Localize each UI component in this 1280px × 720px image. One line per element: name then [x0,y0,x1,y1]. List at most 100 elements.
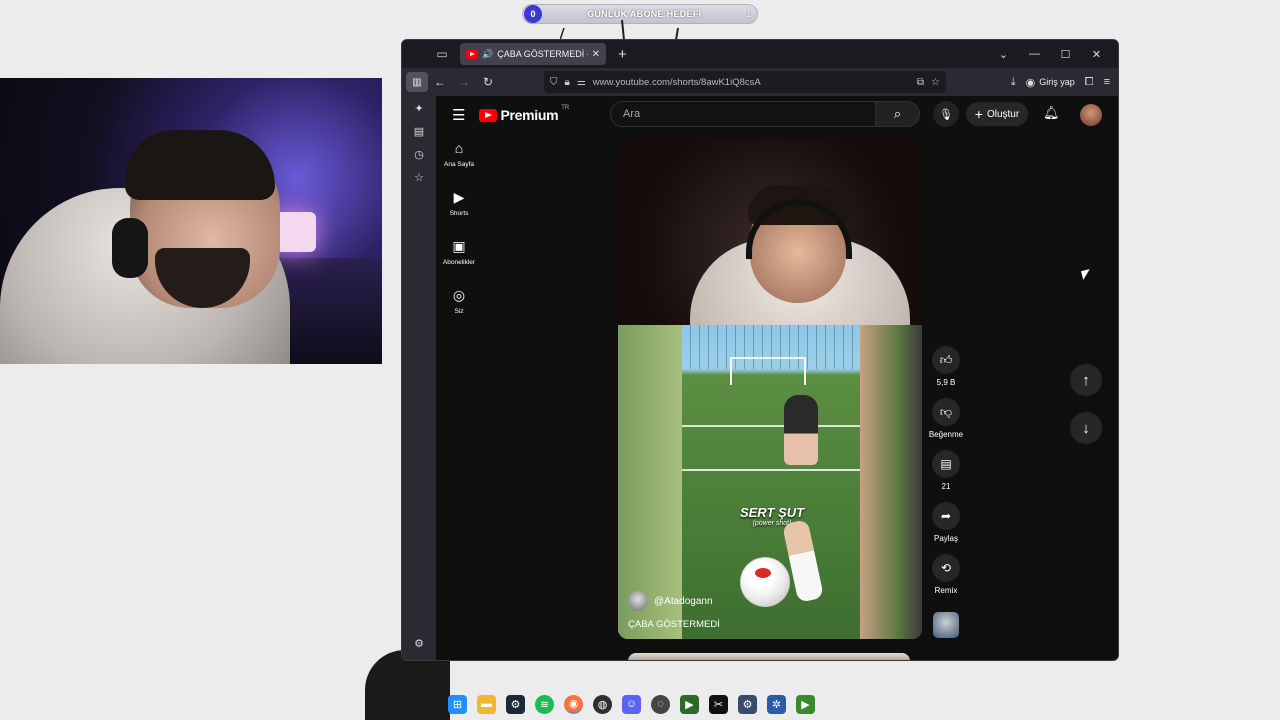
youtube-masthead: ☰ Premium TR Ara ⌕ 🎙︎ + Oluştur 🔔︎ [436,96,1118,134]
remix-icon[interactable]: ⟲ [932,554,960,582]
search-icon[interactable]: ⌕ [876,101,920,127]
discord-icon[interactable]: ☺ [622,694,641,714]
back-icon[interactable]: ← [428,75,452,89]
guide-label: Ana Sayfa [444,161,474,168]
like-icon[interactable]: 👍︎ [932,346,960,374]
tab-list-icon[interactable]: ▭ [434,46,450,62]
login-label: Giriş yap [1039,77,1075,87]
sidebar-icon[interactable]: ▥ [406,72,428,92]
file-explorer-icon[interactable]: ▬ [477,694,496,714]
next-short-arrow-down-icon[interactable]: ↓ [1070,412,1102,444]
navigation-toolbar: ▥ ← → ↻ ⛉ 🔒︎ ⚌ www.youtube.com/shorts/8a… [402,68,1118,96]
sound-thumbnail[interactable] [933,612,959,638]
short-metadata: @Atadogann ÇABA GÖSTERMEDİ [628,591,720,630]
guide-label: Siz [454,308,464,315]
guide-item-home[interactable]: ⌂ Ana Sayfa [436,140,482,189]
search-input[interactable]: Ara [610,101,876,127]
share-label: Paylaş [933,534,958,543]
logo-region: TR [561,105,570,111]
pitch-line [682,425,860,427]
permissions-icon[interactable]: ⚌ [577,77,586,88]
capcut-icon[interactable]: ✂ [709,694,728,714]
plus-icon: + [974,106,983,122]
menu-icon[interactable]: ≡ [1104,76,1110,88]
login-button[interactable]: ◉ Giriş yap [1026,76,1075,89]
pip-icon[interactable]: ⧉ [917,77,924,88]
tab-bar: ▭ 🔊 ÇABA GÖSTERMEDİ - YouTube ✕ + ⌄ — ☐ … [402,40,1118,68]
app-circle-icon[interactable]: ◌ [651,694,670,714]
spotify-icon[interactable]: ≋ [535,694,554,714]
tab-title: ÇABA GÖSTERMEDİ - YouTube [497,49,587,59]
short-actions: 👍︎ 5,9 B 👎︎ Beğenme ▤ 21 ➦ Paylaş ⟲ Remi… [926,346,966,606]
reload-icon[interactable]: ↻ [476,75,500,89]
bookmarks-icon[interactable]: ☆ [402,167,436,190]
youtube-logo[interactable]: Premium TR [479,105,570,123]
forward-icon[interactable]: → [452,75,476,89]
youtube-favicon-icon [466,49,478,59]
synced-tabs-icon[interactable]: ▤ [402,121,436,144]
share-action[interactable]: ➦ Paylaş [926,502,966,554]
url-bar[interactable]: ⛉ 🔒︎ ⚌ www.youtube.com/shorts/8awK1iQ8cs… [544,71,946,93]
logo-text: Premium [500,107,559,123]
guide-item-shorts[interactable]: ▶ Shorts [436,189,482,238]
lock-icon[interactable]: 🔒︎ [565,77,570,88]
avatar[interactable] [1080,104,1102,126]
guide-item-subscriptions[interactable]: ▣ Abonelikler [436,238,482,287]
gear-app-icon[interactable]: ✲ [767,694,786,714]
next-short-preview[interactable] [628,653,910,660]
browser-sidebar: ✦ ▤ ◷ ☆ ⚙ [402,96,436,660]
like-action[interactable]: 👍︎ 5,9 B [926,346,966,398]
guide-label: Shorts [449,210,469,217]
extensions-icon[interactable]: ⧠ [1085,76,1094,89]
download-icon[interactable]: ⤓ [1011,76,1016,89]
hanging-cords-decoration [560,19,679,40]
minimize-icon[interactable]: — [1019,48,1050,60]
active-tab[interactable]: 🔊 ÇABA GÖSTERMEDİ - YouTube ✕ [460,43,606,65]
share-icon[interactable]: ➦ [932,502,960,530]
obs-icon[interactable]: ◍ [593,694,612,714]
shield-icon[interactable]: ⛉ [550,77,558,88]
window-controls: ⌄ — ☐ ✕ [988,40,1112,68]
nvidia-2-icon[interactable]: ▶ [796,694,815,714]
url-text[interactable]: www.youtube.com/shorts/8awK1iQ8csA [593,77,910,88]
close-window-icon[interactable]: ✕ [1081,48,1112,61]
tab-overflow-chevron-icon[interactable]: ⌄ [988,48,1019,61]
comment-action[interactable]: ▤ 21 [926,450,966,502]
comment-icon[interactable]: ▤ [932,450,960,478]
bookmark-star-icon[interactable]: ☆ [931,77,940,88]
comment-count: 21 [941,482,951,491]
channel-row[interactable]: @Atadogann [628,591,720,611]
notifications-bell-icon[interactable]: 🔔︎ [1043,105,1060,121]
previous-short-arrow-up-icon[interactable]: ↑ [1070,364,1102,396]
guide-item-you[interactable]: ◎ Siz [436,287,482,336]
toolbar-right: ⤓ ◉ Giriş yap ⧠ ≡ [1011,68,1110,96]
close-tab-icon[interactable]: ✕ [592,49,600,60]
dislike-icon[interactable]: 👎︎ [932,398,960,426]
channel-avatar[interactable] [628,591,648,611]
guide-menu-icon[interactable]: ☰ [452,106,465,124]
ai-chatbot-icon[interactable]: ✦ [402,98,436,121]
new-tab-icon[interactable]: + [618,46,627,63]
short-title[interactable]: ÇABA GÖSTERMEDİ [628,619,720,630]
nvidia-icon[interactable]: ▶ [680,694,699,714]
channel-name[interactable]: @Atadogann [654,596,713,607]
windows-start-icon[interactable]: ⊞ [448,694,467,714]
create-button[interactable]: + Oluştur [966,102,1028,126]
settings-icon[interactable]: ⚙ [738,694,757,714]
home-icon: ⌂ [454,140,464,156]
streamer-webcam [0,78,382,364]
guide-label: Abonelikler [442,259,476,266]
shorts-icon: ▶ [453,189,465,205]
goal-target: 1 [746,9,751,19]
dislike-action[interactable]: 👎︎ Beğenme [926,398,966,450]
speaker-icon[interactable]: 🔊 [482,49,493,60]
firefox-icon[interactable]: ◉ [564,694,583,714]
steam-icon[interactable]: ⚙ [506,694,525,714]
blurred-right-edge [860,325,922,639]
remix-action[interactable]: ⟲ Remix [926,554,966,606]
microphone-icon[interactable]: 🎙︎ [933,101,959,127]
customize-sidebar-icon[interactable]: ⚙ [402,633,436,656]
history-icon[interactable]: ◷ [402,144,436,167]
shorts-player[interactable]: SERT ŞUT (power shot) @Atadogann ÇABA GÖ… [618,139,922,639]
maximize-icon[interactable]: ☐ [1050,48,1081,61]
